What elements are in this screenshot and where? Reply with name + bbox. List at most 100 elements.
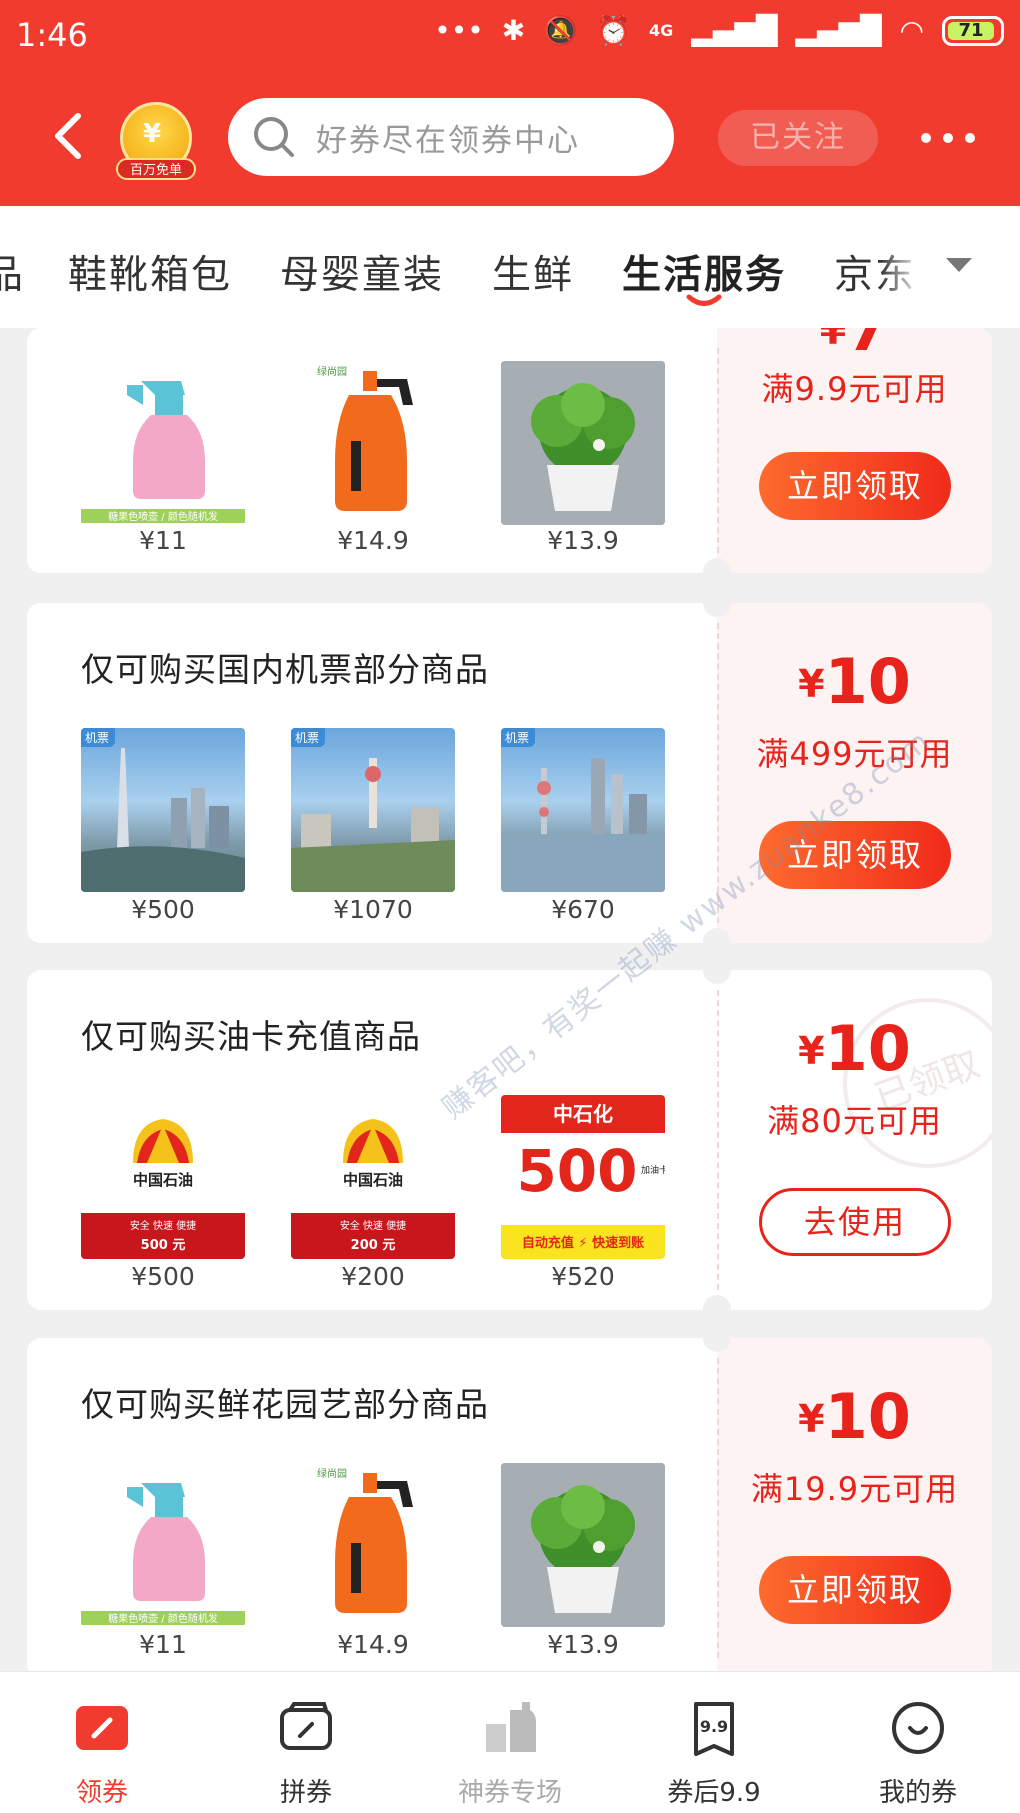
tab-fresh[interactable]: 生鲜	[492, 244, 574, 300]
coupon-amount-value: 7	[846, 328, 890, 365]
status-icons: ••• ✱ 🔕 ⏰ 4G ▂▄▆█ ▂▄▆█ ◠ 71	[434, 14, 1004, 47]
more-menu-icon[interactable]	[918, 126, 978, 150]
follow-button[interactable]: 已关注	[718, 110, 878, 166]
coupon-amount-value: 10	[824, 1380, 911, 1453]
tab-shoes-bags[interactable]: 鞋靴箱包	[68, 244, 232, 300]
product-image-spray-bottle[interactable]: 糖果色喷壶 / 颜色随机发	[81, 1463, 245, 1627]
product-price: ¥500	[131, 895, 195, 924]
status-bar: 1:46 ••• ✱ 🔕 ⏰ 4G ▂▄▆█ ▂▄▆█ ◠ 71	[0, 0, 1020, 68]
nav-item-my-coupons[interactable]: 我的券	[816, 1672, 1020, 1813]
coupon-ticket-icon	[76, 1706, 128, 1750]
nav-item-group-coupons[interactable]: 拼券	[204, 1672, 408, 1813]
nav-label: 我的券	[878, 1778, 957, 1808]
coupon-notch	[703, 589, 731, 617]
product-price: ¥520	[551, 1262, 615, 1291]
nav-label: 神券专场	[457, 1778, 562, 1808]
product-image-gardenia-plant[interactable]	[501, 1463, 665, 1627]
pressure-sprayer-icon: 绿尚园	[317, 1467, 413, 1613]
potted-plant-icon	[501, 361, 665, 525]
coupon-amount: ¥10	[717, 645, 992, 718]
product-image-petrochina-card-500[interactable]: 中国石油 安全 快速 便捷 500 元	[81, 1095, 245, 1259]
cell-signal-icon-2: ▂▄▆█	[795, 14, 882, 47]
product-price: ¥670	[551, 895, 615, 924]
battery-icon: 71	[942, 15, 1004, 46]
active-tab-indicator	[686, 294, 722, 306]
coupon-amount-value: 10	[824, 645, 911, 718]
tab-partial-left[interactable]: 品	[0, 244, 25, 300]
tab-baby-kids[interactable]: 母婴童装	[280, 244, 444, 300]
nav-item-after-coupon-99[interactable]: 9.9 券后9.9	[612, 1672, 816, 1813]
product-price: ¥500	[131, 1262, 195, 1291]
svg-text:9.9: 9.9	[700, 1717, 728, 1736]
product-image-petrochina-card-200[interactable]: 中国石油 安全 快速 便捷 200 元	[291, 1095, 455, 1259]
petrochina-logo-icon: 中国石油 安全 快速 便捷 500 元	[81, 1119, 245, 1259]
status-time: 1:46	[16, 16, 88, 54]
coupon-title: 仅可购买鲜花园艺部分商品	[81, 1385, 489, 1424]
city-skyline-icon	[501, 758, 665, 892]
product-image-flight-shanghai[interactable]: 机票	[501, 728, 665, 892]
currency-symbol: ¥	[798, 1397, 825, 1441]
product-image-pressure-sprayer[interactable]: 绿尚园	[291, 1463, 455, 1627]
product-price: ¥14.9	[337, 1630, 409, 1659]
search-box[interactable]: 好券尽在领券中心	[228, 98, 674, 176]
city-skyline-icon	[291, 758, 455, 892]
currency-symbol: ¥	[798, 662, 825, 706]
oil-bottle-icon	[486, 1702, 536, 1752]
product-caption: 糖果色喷壶 / 颜色随机发	[108, 1612, 218, 1625]
coupon-notch	[703, 956, 731, 984]
mute-bell-icon: 🔕	[543, 14, 579, 47]
battery-level: 71	[948, 21, 994, 40]
spray-bottle-icon: 糖果色喷壶 / 颜色随机发	[81, 1483, 245, 1625]
svg-text:500: 500	[516, 1137, 637, 1205]
back-arrow-icon[interactable]	[48, 108, 88, 164]
avatar-badge: 百万免单	[116, 158, 196, 180]
product-image-gardenia-plant[interactable]	[501, 361, 665, 525]
bluetooth-icon: ✱	[501, 14, 526, 47]
claim-coupon-button[interactable]: 立即领取	[759, 452, 951, 520]
coupon-card-1: 糖果色喷壶 / 颜色随机发 ¥11 绿尚园 ¥14.9 ¥13.9 ¥7 满9.…	[27, 328, 992, 573]
coupon-notch	[703, 1295, 731, 1323]
nav-item-special-coupons[interactable]: 神券专场	[408, 1672, 612, 1813]
wifi-icon: ◠	[899, 14, 924, 47]
product-image-flight-tianjin[interactable]: 机票	[291, 728, 455, 892]
svg-text:加油卡充值: 加油卡充值	[641, 1164, 665, 1176]
pressure-sprayer-icon: 绿尚园	[317, 365, 413, 511]
use-coupon-button[interactable]: 去使用	[759, 1188, 951, 1256]
nav-label: 券后9.9	[667, 1778, 761, 1808]
group-ticket-icon	[280, 1702, 332, 1750]
coupon-condition: 满80元可用	[767, 1102, 942, 1140]
coupon-amount: ¥10	[717, 1012, 992, 1085]
product-brand: 中国石油	[133, 1171, 193, 1189]
product-image-flight-guangzhou[interactable]: 机票	[81, 728, 245, 892]
nav-label: 领券	[75, 1778, 128, 1808]
coupon-amount: ¥10	[717, 1380, 992, 1453]
product-price: ¥13.9	[547, 1630, 619, 1659]
bottom-nav: 领券 拼券 神券专场 9.9 券后9.9 我的券	[0, 1671, 1020, 1813]
product-brand: 绿尚园	[317, 365, 347, 378]
svg-text:安全 快速 便捷: 安全 快速 便捷	[340, 1219, 406, 1232]
product-price: ¥11	[139, 526, 187, 555]
currency-symbol: ¥	[819, 328, 847, 353]
alarm-icon: ⏰	[596, 14, 632, 47]
search-icon	[254, 117, 294, 157]
network-type: 4G	[649, 21, 674, 40]
svg-text:自动充值 ⚡ 快速到账: 自动充值 ⚡ 快速到账	[522, 1235, 644, 1251]
product-image-pressure-sprayer[interactable]: 绿尚园	[291, 361, 455, 525]
coupon-notch	[703, 1324, 731, 1352]
tab-life-services[interactable]: 生活服务	[622, 244, 786, 300]
claim-coupon-button[interactable]: 立即领取	[759, 1556, 951, 1624]
yen-coin-icon: ¥	[143, 119, 162, 149]
product-brand: 绿尚园	[317, 1467, 347, 1480]
svg-text:安全 快速 便捷: 安全 快速 便捷	[130, 1219, 196, 1232]
coupon-amount-value: 10	[824, 1012, 911, 1085]
product-price: ¥200	[341, 1262, 405, 1291]
currency-symbol: ¥	[798, 1029, 825, 1073]
petrochina-logo-icon: 中国石油 安全 快速 便捷 200 元	[291, 1119, 455, 1259]
tabs-expand-arrow-icon[interactable]	[946, 258, 972, 272]
product-image-spray-bottle[interactable]: 糖果色喷壶 / 颜色随机发	[81, 361, 245, 525]
nav-item-coupons[interactable]: 领券	[0, 1672, 204, 1813]
coupon-title: 仅可购买油卡充值商品	[81, 1017, 421, 1056]
product-caption: 糖果色喷壶 / 颜色随机发	[108, 510, 218, 523]
product-image-sinopec-card[interactable]: 中石化 500 加油卡充值 自动充值 ⚡ 快速到账	[501, 1095, 665, 1259]
product-brand: 中国石油	[343, 1171, 403, 1189]
